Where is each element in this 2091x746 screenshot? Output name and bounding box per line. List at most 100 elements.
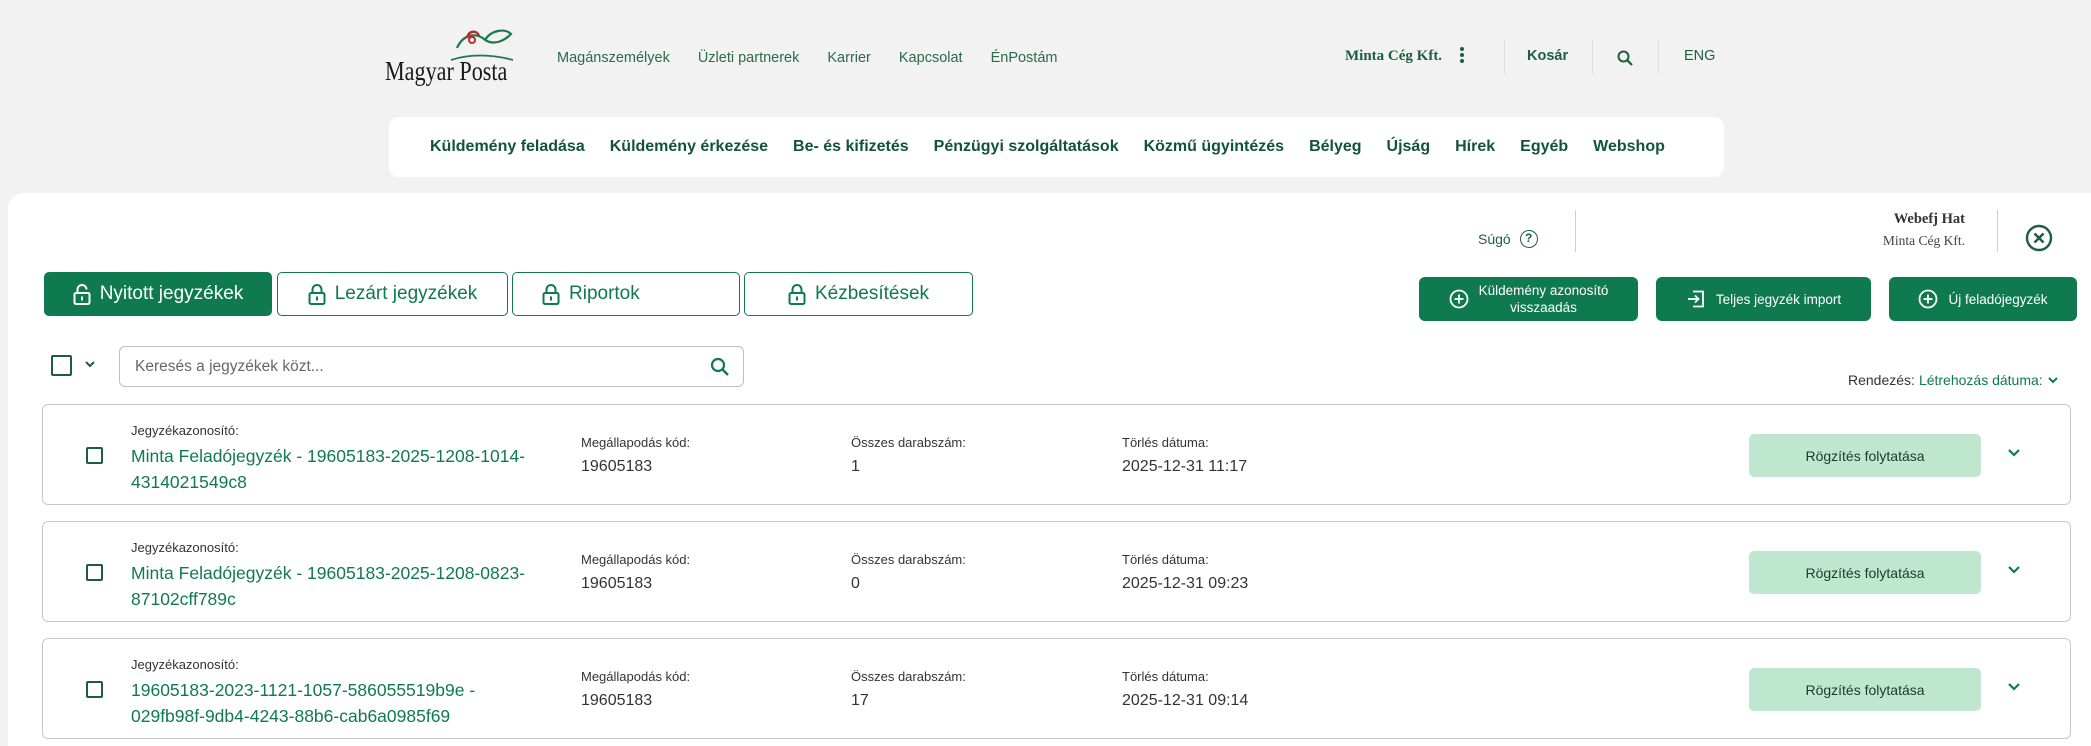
id-label: Jegyzékazonosító: (131, 540, 239, 555)
list-id-link[interactable]: Minta Feladójegyzék - 19605183-2025-1208… (131, 443, 551, 495)
list-id-link[interactable]: Minta Feladójegyzék - 19605183-2025-1208… (131, 560, 551, 612)
user-name: Webefj Hat (1893, 211, 1965, 227)
topnav-item-enpostam[interactable]: ÉnPostám (991, 50, 1058, 66)
tab-label: Lezárt jegyzékek (334, 283, 478, 304)
top-nav: Magánszemélyek Üzleti partnerek Karrier … (557, 50, 1085, 66)
list-card: Jegyzékazonosító: Minta Feladójegyzék - … (42, 521, 2071, 622)
cart-link[interactable]: Kosár (1527, 48, 1568, 64)
row-checkbox[interactable] (86, 564, 103, 581)
mainnav-item-stamps[interactable]: Bélyeg (1309, 138, 1361, 156)
id-label: Jegyzékazonosító: (131, 657, 239, 672)
full-list-import-button[interactable]: Teljes jegyzék import (1656, 277, 1871, 321)
button-label-line1: Küldemény azonosító (1478, 283, 1609, 298)
tab-open-lists[interactable]: Nyitott jegyzékek (44, 272, 272, 316)
mainnav-item-webshop[interactable]: Webshop (1593, 138, 1665, 156)
topnav-item-personal[interactable]: Magánszemélyek (557, 50, 670, 66)
plus-circle-icon (1449, 289, 1468, 309)
divider (1592, 40, 1593, 74)
topnav-item-contact[interactable]: Kapcsolat (899, 50, 963, 66)
tab-closed-lists[interactable]: Lezárt jegyzékek (277, 272, 508, 316)
list-id-link[interactable]: 19605183-2023-1121-1057-586055519b9e - 0… (131, 677, 551, 729)
help-question-icon: ? (1519, 230, 1538, 248)
help-label: Súgó (1478, 231, 1511, 247)
button-label: Teljes jegyzék import (1715, 291, 1842, 307)
contract-value: 19605183 (581, 458, 653, 475)
user-company: Minta Cég Kft. (1882, 233, 1965, 248)
mainnav-item-payments[interactable]: Be- és kifizetés (793, 138, 909, 156)
divider (1997, 210, 1998, 252)
search-input[interactable] (135, 358, 695, 376)
mainnav-item-other[interactable]: Egyéb (1520, 138, 1568, 156)
divider (1658, 40, 1659, 74)
lock-icon (308, 284, 326, 305)
mainnav-item-financial[interactable]: Pénzügyi szolgáltatások (934, 138, 1119, 156)
divider (1504, 40, 1505, 74)
contract-label: Megállapodás kód: (581, 669, 691, 684)
divider (1575, 210, 1576, 252)
continue-recording-button[interactable]: Rögzítés folytatása (1749, 434, 1981, 477)
mainnav-item-news[interactable]: Hírek (1455, 138, 1495, 156)
delete-date-label: Törlés dátuma: (1122, 669, 1209, 684)
main-nav: Küldemény feladása Küldemény érkezése Be… (389, 117, 1724, 177)
tab-reports[interactable]: Riportok (512, 272, 740, 316)
contract-value: 19605183 (581, 575, 653, 592)
chevron-down-icon (2047, 377, 2058, 384)
lock-icon (788, 284, 806, 305)
continue-recording-button[interactable]: Rögzítés folytatása (1749, 668, 1981, 711)
chevron-down-icon[interactable] (2006, 447, 2022, 459)
delete-date-label: Törlés dátuma: (1122, 435, 1209, 450)
contract-value: 19605183 (581, 692, 653, 709)
mainnav-item-receiving[interactable]: Küldemény érkezése (610, 138, 768, 156)
mainnav-item-utilities[interactable]: Közmű ügyintézés (1144, 138, 1284, 156)
lock-icon (542, 284, 560, 305)
language-switch[interactable]: ENG (1684, 48, 1715, 64)
sort-selector[interactable]: Rendezés: Létrehozás dátuma: (1848, 372, 2059, 388)
search-field (119, 346, 744, 387)
lock-open-icon (73, 284, 91, 305)
return-shipment-id-button[interactable]: Küldemény azonosító visszaadás (1419, 277, 1638, 321)
tab-deliveries[interactable]: Kézbesítések (744, 272, 973, 316)
count-value: 0 (851, 575, 860, 592)
list-card: Jegyzékazonosító: 19605183-2023-1121-105… (42, 638, 2071, 739)
count-label: Összes darabszám: (851, 552, 966, 567)
logo-text: Magyar Posta (385, 56, 508, 86)
list-card: Jegyzékazonosító: Minta Feladójegyzék - … (42, 404, 2071, 505)
search-icon[interactable] (710, 357, 730, 377)
count-value: 1 (851, 458, 860, 475)
topnav-item-career[interactable]: Karrier (827, 50, 871, 66)
mainnav-item-newspaper[interactable]: Újság (1387, 138, 1431, 156)
delete-date-value: 2025-12-31 09:23 (1122, 575, 1249, 592)
search-icon[interactable] (1617, 50, 1633, 66)
magyar-posta-logo[interactable]: Magyar Posta (385, 26, 520, 96)
close-circle-icon[interactable] (2025, 224, 2053, 252)
company-name[interactable]: Minta Cég Kft. (1345, 48, 1442, 65)
id-label: Jegyzékazonosító: (131, 423, 239, 438)
row-checkbox[interactable] (86, 447, 103, 464)
tab-label: Kézbesítések (814, 283, 930, 304)
count-value: 17 (851, 692, 869, 709)
user-info: Webefj Hat Minta Cég Kft. (1820, 211, 1965, 249)
mainnav-item-sending[interactable]: Küldemény feladása (430, 138, 585, 156)
delete-date-value: 2025-12-31 09:14 (1122, 692, 1249, 709)
tab-label: Nyitott jegyzékek (99, 283, 244, 304)
sort-value: Létrehozás dátuma: (1918, 372, 2043, 388)
help-link[interactable]: Súgó ? (1478, 230, 1538, 248)
plus-circle-icon (1919, 289, 1938, 309)
button-label-line2: visszaadás (1510, 300, 1577, 315)
select-all-checkbox[interactable] (51, 355, 72, 376)
row-checkbox[interactable] (86, 681, 103, 698)
button-label: Új feladójegyzék (1948, 291, 2048, 307)
continue-recording-button[interactable]: Rögzítés folytatása (1749, 551, 1981, 594)
topnav-item-business[interactable]: Üzleti partnerek (698, 50, 800, 66)
more-options-icon[interactable] (1459, 46, 1465, 66)
chevron-down-icon[interactable] (84, 359, 96, 369)
sort-label: Rendezés: (1848, 372, 1915, 388)
count-label: Összes darabszám: (851, 435, 966, 450)
tab-label: Riportok (569, 283, 640, 304)
new-sender-list-button[interactable]: Új feladójegyzék (1889, 277, 2077, 321)
delete-date-label: Törlés dátuma: (1122, 552, 1209, 567)
chevron-down-icon[interactable] (2006, 681, 2022, 693)
site-header: Magyar Posta Magánszemélyek Üzleti partn… (0, 0, 2091, 190)
chevron-down-icon[interactable] (2006, 564, 2022, 576)
contract-label: Megállapodás kód: (581, 552, 691, 567)
